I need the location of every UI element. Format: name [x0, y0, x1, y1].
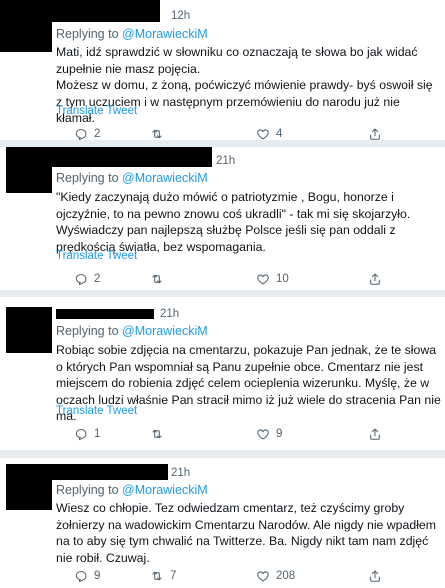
heart-icon — [256, 569, 270, 583]
replying-to-label: Replying to — [56, 27, 123, 41]
reply-count: 2 — [94, 128, 101, 140]
translate-tweet-link[interactable]: Translate Tweet — [56, 249, 137, 263]
reply-icon — [74, 427, 88, 441]
share-icon — [368, 427, 382, 441]
tweet-actions: 9 7 208 — [56, 568, 436, 584]
tweet-text: Wiesz co chłopie. Tez odwiedzam cmentarz… — [56, 500, 441, 566]
translate-tweet-link[interactable]: Translate Tweet — [56, 404, 137, 418]
retweet-icon — [150, 569, 164, 583]
tweet-card[interactable]: 21h Replying to @MorawieckiM Robiąc sobi… — [0, 297, 445, 450]
like-button[interactable]: 208 — [256, 568, 295, 584]
replying-to-line: Replying to @MorawieckiM — [56, 482, 208, 498]
replying-to-line: Replying to @MorawieckiM — [56, 323, 208, 339]
share-button[interactable] — [368, 426, 382, 442]
reply-icon — [74, 569, 88, 583]
like-button[interactable]: 10 — [256, 271, 289, 287]
replying-to-label: Replying to — [56, 324, 123, 338]
like-count: 4 — [276, 128, 283, 140]
like-count: 10 — [276, 273, 289, 285]
reply-button[interactable]: 9 — [74, 568, 100, 584]
tweet-actions: 2 4 — [56, 126, 436, 140]
tweet-card[interactable]: 12h Replying to @MorawieckiM Mati, idź s… — [0, 0, 445, 140]
tweet-paragraph: Wiesz co chłopie. Tez odwiedzam cmentarz… — [56, 501, 437, 565]
retweet-button[interactable] — [150, 126, 170, 140]
tweet-actions: 2 10 — [56, 271, 436, 287]
translate-tweet-link[interactable]: Translate Tweet — [56, 104, 137, 118]
replying-to-label: Replying to — [56, 483, 123, 497]
tweet-paragraph: "Kiedy zaczynają dużo mówić o patriotyzm… — [56, 190, 411, 254]
heart-icon — [256, 427, 270, 441]
replying-to-line: Replying to @MorawieckiM — [56, 170, 208, 186]
retweet-button[interactable]: 7 — [150, 568, 176, 584]
share-button[interactable] — [368, 126, 382, 140]
share-button[interactable] — [368, 271, 382, 287]
retweet-count: 7 — [170, 570, 177, 582]
retweet-icon — [150, 427, 164, 441]
replying-to-line: Replying to @MorawieckiM — [56, 26, 208, 42]
reply-icon — [74, 272, 88, 286]
replying-to-label: Replying to — [56, 171, 123, 185]
reply-button[interactable]: 2 — [74, 126, 100, 140]
tweet-card[interactable]: 21h Replying to @MorawieckiM "Kiedy zacz… — [0, 147, 445, 290]
heart-icon — [256, 272, 270, 286]
redacted-author-name — [56, 309, 154, 319]
tweet-card[interactable]: 21h Replying to @MorawieckiM Wiesz co ch… — [0, 458, 445, 588]
retweet-icon — [150, 127, 164, 140]
reply-count: 9 — [94, 570, 101, 582]
mention-link[interactable]: @MorawieckiM — [122, 171, 208, 185]
tweet-paragraph: Możesz w domu, z żoną, poćwiczyć mówieni… — [56, 78, 433, 125]
reply-button[interactable]: 1 — [74, 426, 100, 442]
share-button[interactable] — [368, 568, 382, 584]
like-button[interactable]: 9 — [256, 426, 282, 442]
reply-count: 2 — [94, 273, 101, 285]
tweet-paragraph: Mati, idź sprawdzić w słowniku co oznacz… — [56, 45, 418, 76]
tweet-timestamp[interactable]: 21h — [160, 307, 179, 321]
tweet-text: "Kiedy zaczynają dużo mówić o patriotyzm… — [56, 189, 441, 255]
tweet-timestamp[interactable]: 12h — [171, 9, 190, 23]
reply-icon — [74, 127, 88, 140]
like-count: 208 — [276, 570, 296, 582]
share-icon — [368, 272, 382, 286]
tweet-actions: 1 9 — [56, 426, 436, 442]
tweet-timestamp[interactable]: 21h — [216, 154, 235, 168]
retweet-button[interactable] — [150, 426, 170, 442]
redacted-avatar — [6, 464, 52, 510]
like-count: 9 — [276, 428, 283, 440]
mention-link[interactable]: @MorawieckiM — [122, 483, 208, 497]
reply-count: 1 — [94, 428, 101, 440]
retweet-icon — [150, 272, 164, 286]
tweet-timestamp[interactable]: 21h — [171, 466, 190, 480]
redacted-author-name — [52, 464, 168, 480]
mention-link[interactable]: @MorawieckiM — [122, 27, 208, 41]
reply-button[interactable]: 2 — [74, 271, 100, 287]
like-button[interactable]: 4 — [256, 126, 282, 140]
share-icon — [368, 127, 382, 140]
mention-link[interactable]: @MorawieckiM — [122, 324, 208, 338]
retweet-button[interactable] — [150, 271, 170, 287]
share-icon — [368, 569, 382, 583]
redacted-avatar — [6, 307, 52, 353]
redacted-author-name — [0, 0, 160, 22]
redacted-author-name — [6, 147, 212, 167]
heart-icon — [256, 127, 270, 140]
